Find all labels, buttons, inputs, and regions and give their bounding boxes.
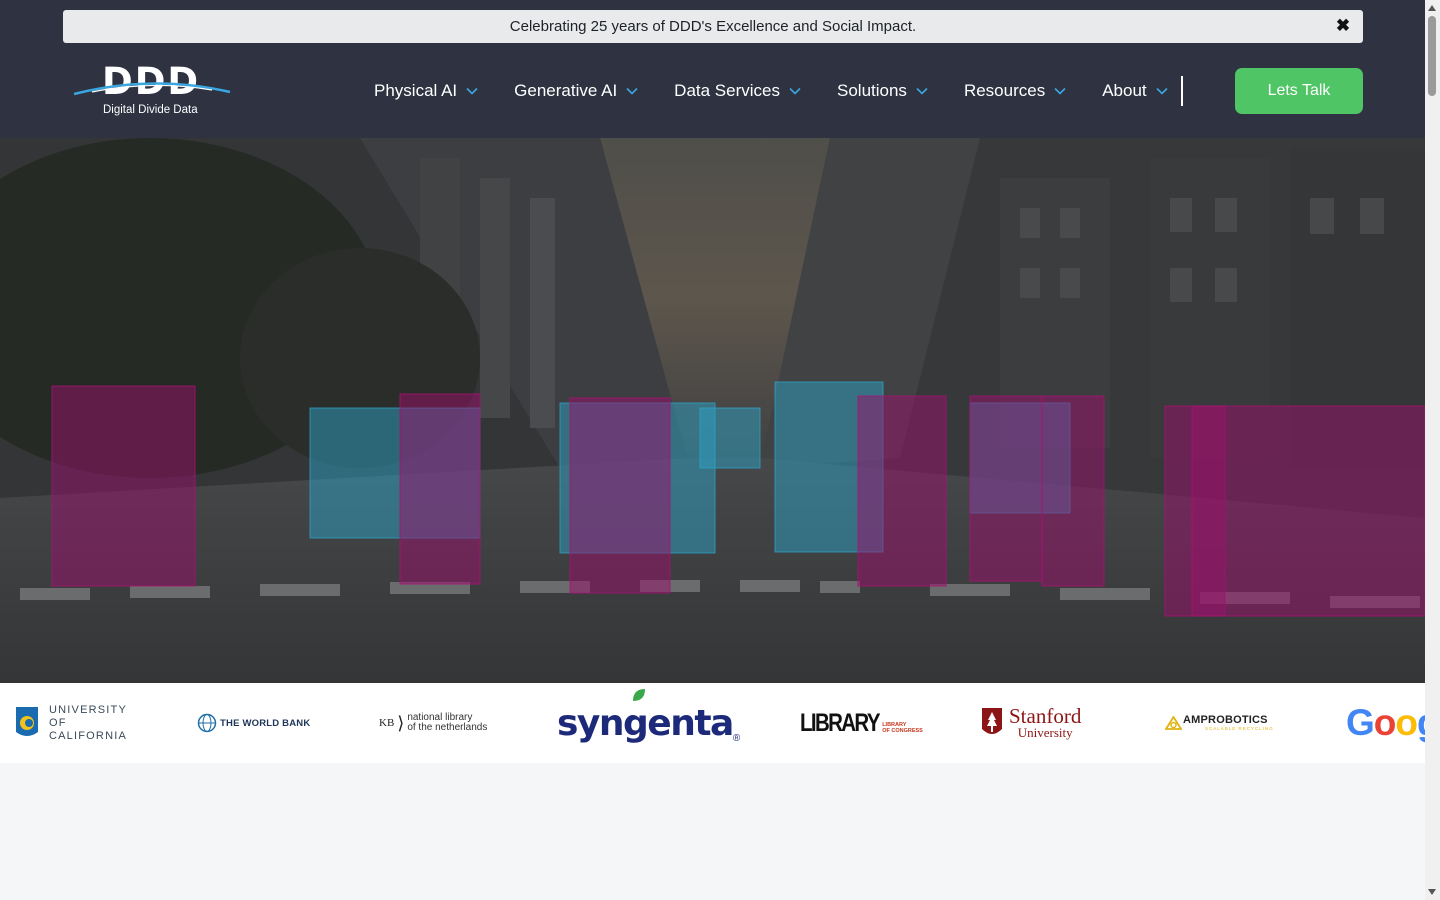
amp-main-text: AMPROBOTICS	[1183, 714, 1268, 726]
chevron-down-icon	[626, 87, 638, 95]
nav-about[interactable]: About	[1102, 78, 1168, 104]
announcement-bar: Celebrating 25 years of DDD's Excellence…	[63, 10, 1363, 43]
nav-physical-ai[interactable]: Physical AI	[374, 78, 478, 104]
nav-label: About	[1102, 81, 1147, 100]
google-letter-4: g	[1417, 702, 1425, 743]
logo-kb-national-library: KB ⟩ national library of the netherlands	[379, 683, 487, 763]
logo-stanford: Stanford University	[981, 683, 1081, 763]
chevron-down-icon	[916, 87, 928, 95]
street-scene-illustration	[0, 138, 1425, 683]
nav-solutions[interactable]: Solutions	[837, 78, 928, 104]
uc-seal-icon	[16, 707, 38, 736]
nav-label: Physical AI	[374, 81, 458, 100]
page-content-area	[0, 763, 1425, 900]
nav-resources[interactable]: Resources	[964, 78, 1066, 104]
nav-generative-ai[interactable]: Generative AI	[514, 78, 638, 104]
stanford-tree-icon	[982, 708, 1002, 734]
nav-label: Data Services	[674, 81, 780, 100]
close-icon[interactable]: ✖	[1333, 16, 1353, 36]
leaf-icon	[633, 688, 645, 701]
logo-swoosh-icon	[73, 82, 231, 96]
amp-sub-text: SCALABLE RECYCLING	[1205, 726, 1274, 731]
loc-sub-2: OF CONGRESS	[882, 728, 923, 734]
nav-label: Solutions	[837, 81, 907, 100]
kb-line-2: of the netherlands	[407, 722, 488, 733]
logo-subtitle: Digital Divide Data	[103, 104, 198, 116]
logo-google: Goog	[1346, 683, 1425, 763]
chevron-down-icon	[466, 87, 478, 95]
amp-mark-icon	[1165, 716, 1182, 730]
stanford-line-1: Stanford	[1009, 704, 1082, 728]
logo-world-bank: THE WORLD BANK	[197, 683, 310, 763]
uc-line-2: OF	[49, 716, 67, 729]
google-text: Goog	[1346, 702, 1425, 744]
world-bank-text: THE WORLD BANK	[220, 717, 311, 729]
loc-main-text: LIBRARY	[800, 708, 881, 737]
globe-icon	[197, 713, 217, 733]
logo-syngenta: syngenta®	[557, 683, 740, 763]
ddd-logo[interactable]: DDD Digital Divide Data	[72, 58, 232, 122]
chevron-down-icon	[789, 87, 801, 95]
uc-line-1: UNIVERSITY	[49, 703, 128, 716]
logo-university-of-california: UNIVERSITY OF CALIFORNIA	[15, 683, 127, 763]
page-scrollbar[interactable]	[1425, 0, 1440, 900]
logo-library-of-congress: LIBRARY LIBRARY OF CONGRESS	[800, 683, 923, 763]
google-letter-3: o	[1395, 702, 1418, 743]
nav-label: Resources	[963, 81, 1046, 100]
registered-icon: ®	[732, 732, 741, 744]
logo-amp-robotics: AMPROBOTICS SCALABLE RECYCLING	[1165, 683, 1274, 763]
google-letter-2: o	[1373, 702, 1397, 743]
main-nav: Physical AI Generative AI Data Services …	[374, 78, 1204, 104]
nav-divider	[1181, 76, 1183, 106]
chevron-down-icon	[1054, 87, 1066, 95]
nav-data-services[interactable]: Data Services	[674, 78, 801, 104]
client-logos-strip: UNIVERSITY OF CALIFORNIA THE WORLD BANK …	[0, 683, 1425, 763]
chevron-down-icon	[1156, 87, 1168, 95]
stanford-line-2: University	[1017, 725, 1073, 740]
scrollbar-thumb[interactable]	[1428, 16, 1436, 96]
kb-bracket-icon: ⟩	[397, 713, 405, 733]
announcement-text: Celebrating 25 years of DDD's Excellence…	[509, 18, 917, 35]
nav-label: Generative AI	[514, 81, 618, 100]
syngenta-text: syngenta	[557, 702, 734, 744]
site-header: Celebrating 25 years of DDD's Excellence…	[0, 0, 1425, 138]
scroll-down-arrow-icon[interactable]	[1428, 889, 1436, 895]
scroll-up-arrow-icon[interactable]	[1428, 5, 1436, 11]
uc-line-3: CALIFORNIA	[49, 729, 128, 742]
lets-talk-button[interactable]: Lets Talk	[1235, 68, 1363, 114]
kb-mark: KB	[379, 717, 395, 729]
hero-image	[0, 138, 1425, 683]
google-letter-1: G	[1346, 702, 1375, 743]
